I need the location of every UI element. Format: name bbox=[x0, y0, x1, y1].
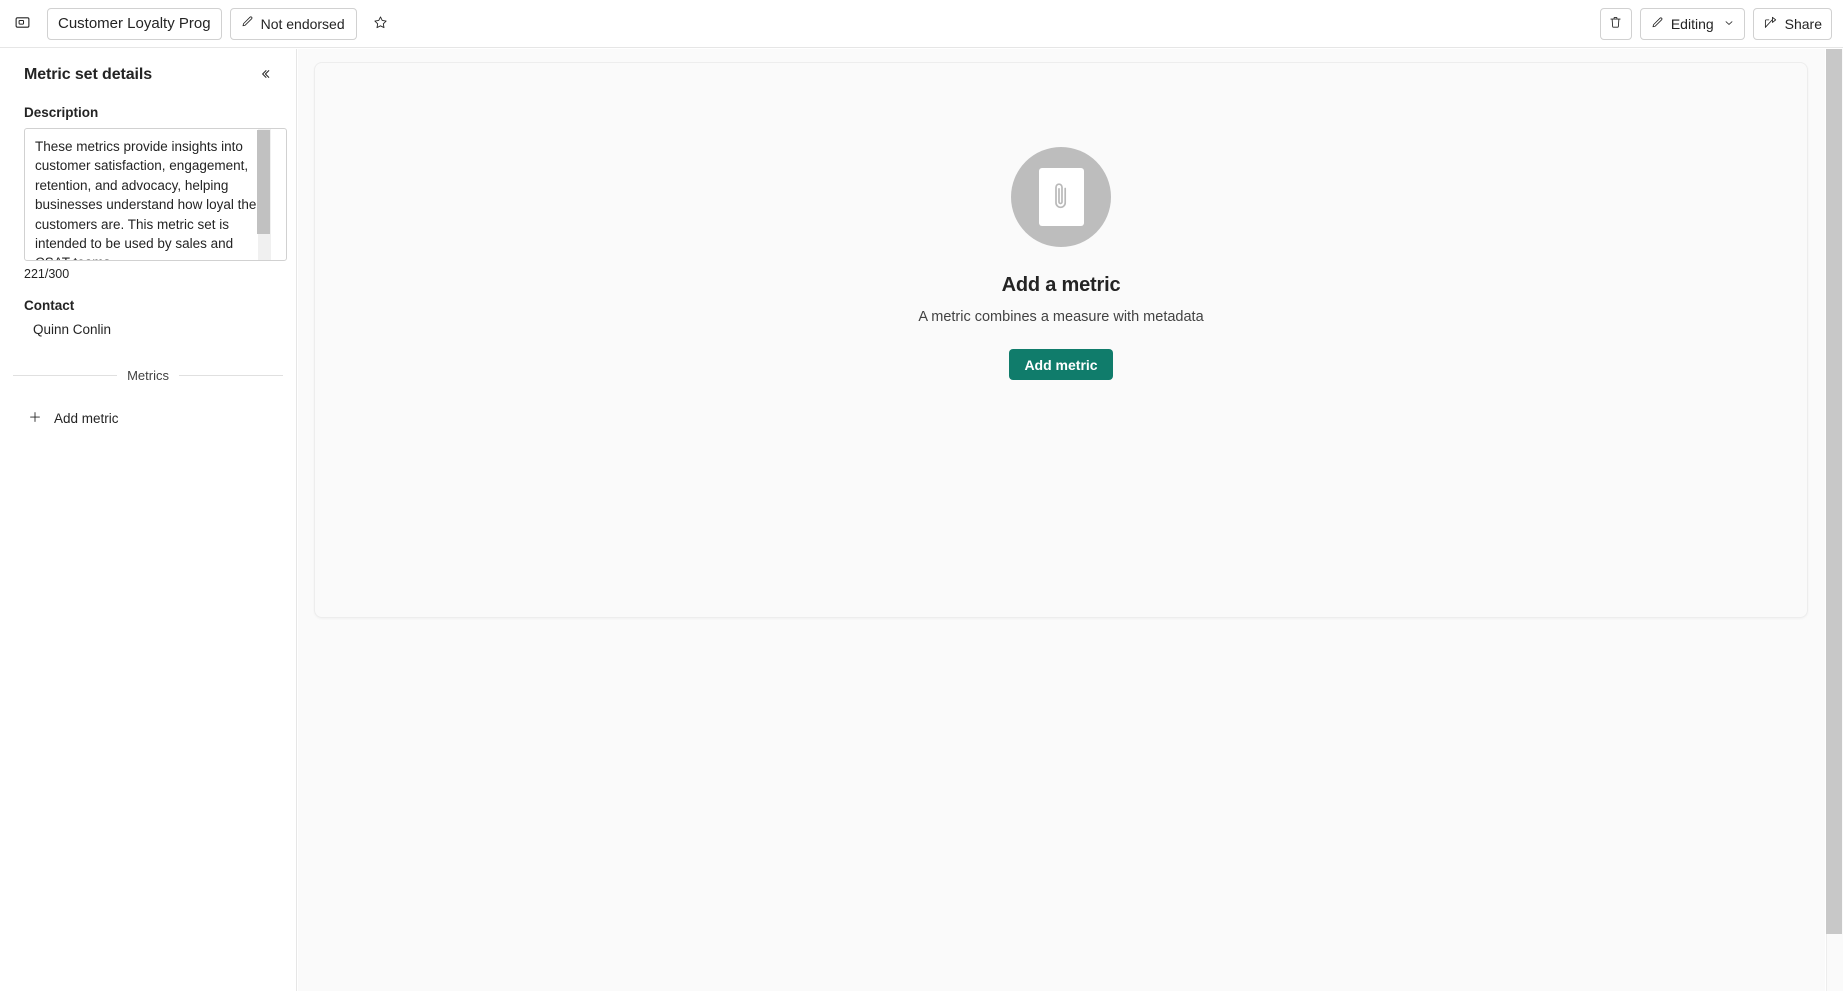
sidebar-collapse-button[interactable] bbox=[252, 62, 278, 88]
endorsement-label: Not endorsed bbox=[260, 15, 345, 32]
chevron-double-left-icon bbox=[258, 67, 272, 84]
empty-state-subtitle: A metric combines a measure with metadat… bbox=[918, 309, 1204, 325]
divider-line-left bbox=[13, 375, 118, 376]
pencil-icon bbox=[240, 15, 254, 32]
metric-set-details-sidebar: Metric set details Description These met… bbox=[0, 49, 297, 991]
description-scrollbar-thumb[interactable] bbox=[257, 130, 270, 234]
metrics-section-divider: Metrics bbox=[13, 368, 284, 383]
share-label: Share bbox=[1784, 16, 1822, 32]
add-metric-button[interactable]: Add metric bbox=[1009, 349, 1113, 380]
metric-set-title-value: Customer Loyalty Prog bbox=[58, 15, 211, 32]
plus-icon bbox=[28, 410, 42, 427]
favorite-button[interactable] bbox=[365, 8, 397, 40]
metric-set-title-input[interactable]: Customer Loyalty Prog bbox=[47, 7, 222, 40]
sidebar-header: Metric set details bbox=[0, 49, 296, 88]
top-command-bar: Customer Loyalty Prog Not endorsed Editi… bbox=[0, 0, 1843, 48]
sidebar-title: Metric set details bbox=[24, 66, 153, 83]
contact-label: Contact bbox=[24, 298, 75, 313]
panel-toggle-icon bbox=[14, 14, 31, 34]
sidebar-add-metric-label: Add metric bbox=[54, 411, 119, 426]
paperclip-document-icon bbox=[1011, 147, 1111, 247]
delete-button[interactable] bbox=[1599, 8, 1632, 40]
page-scrollbar-track[interactable] bbox=[1826, 49, 1843, 991]
page-scrollbar-thumb[interactable] bbox=[1826, 49, 1842, 934]
share-button[interactable]: Share bbox=[1752, 8, 1832, 40]
share-icon bbox=[1763, 15, 1778, 33]
editing-mode-label: Editing bbox=[1670, 16, 1714, 32]
star-icon bbox=[373, 15, 388, 33]
trash-icon bbox=[1608, 15, 1623, 33]
description-field-wrap: These metrics provide insights into cust… bbox=[24, 128, 287, 261]
description-label: Description bbox=[24, 105, 99, 120]
document-shape bbox=[1038, 168, 1084, 226]
sidebar-add-metric-button[interactable]: Add metric bbox=[20, 405, 127, 432]
pencil-icon bbox=[1650, 16, 1664, 33]
topbar-left-group: Customer Loyalty Prog Not endorsed bbox=[0, 7, 397, 40]
endorsement-button[interactable]: Not endorsed bbox=[229, 7, 357, 40]
panel-toggle-button[interactable] bbox=[6, 8, 38, 40]
metrics-empty-card: Add a metric A metric combines a measure… bbox=[314, 62, 1808, 618]
description-char-count: 221/300 bbox=[24, 267, 70, 281]
empty-state: Add a metric A metric combines a measure… bbox=[315, 147, 1807, 380]
topbar-right-group: Editing Share bbox=[1599, 0, 1832, 48]
contact-value: Quinn Conlin bbox=[33, 322, 112, 337]
description-scrollbar-track[interactable] bbox=[257, 129, 271, 260]
main-content-area: Add a metric A metric combines a measure… bbox=[298, 49, 1825, 991]
description-textarea[interactable]: These metrics provide insights into cust… bbox=[24, 128, 287, 261]
empty-state-title: Add a metric bbox=[1001, 274, 1121, 296]
metrics-divider-label: Metrics bbox=[127, 368, 169, 383]
editing-mode-button[interactable]: Editing bbox=[1639, 8, 1745, 40]
chevron-down-icon bbox=[1723, 16, 1735, 32]
divider-line-right bbox=[178, 375, 284, 376]
